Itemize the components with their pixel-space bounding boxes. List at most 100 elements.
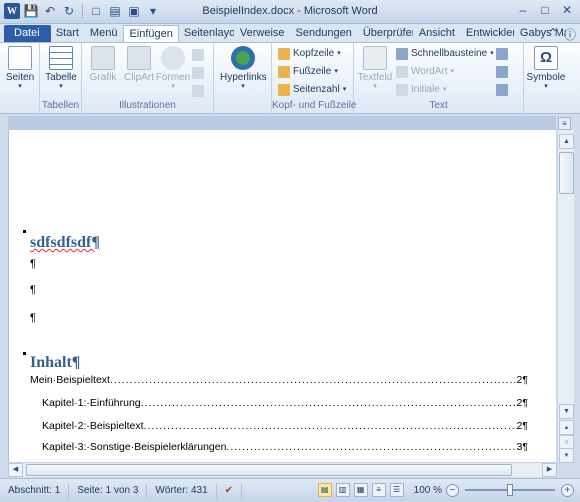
tab-verweise[interactable]: Verweise: [235, 25, 291, 43]
horizontal-scrollbar[interactable]: ◀ ▶: [8, 462, 557, 477]
chart-icon: [192, 67, 204, 79]
grafik-button[interactable]: Grafik: [84, 46, 122, 83]
tab-datei[interactable]: Datei: [4, 25, 51, 43]
diagramm-button[interactable]: [192, 65, 204, 81]
group-links: Hyperlinks ▾: [214, 43, 272, 113]
draft-view-icon[interactable]: ☰: [389, 483, 404, 497]
clipart-icon: [127, 46, 151, 70]
tab-sendungen[interactable]: Sendungen: [291, 25, 358, 43]
zoom-slider-thumb[interactable]: [507, 484, 513, 496]
empty-paragraph[interactable]: ¶: [30, 284, 36, 296]
group-illustrationen: Grafik ClipArt Formen ▾ Illustrationen: [82, 43, 214, 113]
scroll-right-icon[interactable]: ▶: [542, 463, 557, 477]
scroll-up-icon[interactable]: ▲: [559, 134, 574, 149]
schnellbausteine-button[interactable]: Schnellbausteine ▾: [396, 46, 494, 62]
zoom-level[interactable]: 100 %: [414, 485, 442, 496]
heading-inhalt[interactable]: Inhalt¶: [30, 354, 80, 372]
minimize-ribbon-icon[interactable]: ⌃: [548, 26, 558, 43]
wordart-button[interactable]: WordArt ▾: [396, 64, 454, 80]
tab-start[interactable]: Start: [51, 25, 85, 43]
help-icon[interactable]: ⓘ: [564, 26, 576, 43]
horizontal-scroll-thumb[interactable]: [26, 464, 512, 476]
picture-icon: [91, 46, 115, 70]
zoom-out-icon[interactable]: −: [446, 483, 459, 497]
tab-einfuegen[interactable]: Einfügen: [123, 25, 179, 43]
maximize-icon[interactable]: □: [536, 2, 554, 18]
textfeld-button[interactable]: Textfeld ▾: [356, 46, 394, 91]
seiten-button[interactable]: Seiten ▾: [1, 46, 39, 91]
zoom-in-icon[interactable]: +: [561, 483, 574, 497]
group-symbole: Ω Symbole ▾: [524, 43, 568, 113]
group-label-tabellen: Tabellen: [41, 100, 80, 111]
table-icon: [49, 46, 73, 70]
toc-entry[interactable]: Kapitel·3:·Sonstige·Beispielerklärungen3…: [42, 441, 528, 453]
tab-ansicht[interactable]: Ansicht: [414, 25, 461, 43]
signature-button[interactable]: [496, 46, 508, 62]
fusszeile-button[interactable]: Fußzeile ▾: [278, 64, 338, 80]
zoom-slider[interactable]: [465, 484, 555, 496]
toc-entry[interactable]: Kapitel·1:·Einführung2¶: [42, 397, 528, 409]
tab-entwicklertools[interactable]: Entwicklertools: [461, 25, 515, 43]
status-words[interactable]: Wörter: 431: [147, 483, 217, 498]
next-page-icon[interactable]: ▾: [559, 448, 574, 463]
scroll-left-icon[interactable]: ◀: [8, 463, 23, 477]
object-button[interactable]: [496, 82, 508, 98]
paragraph-bullet: [23, 352, 26, 355]
group-label-text: Text: [429, 100, 448, 111]
group-seiten: Seiten ▾: [0, 43, 40, 113]
ruler: [8, 116, 556, 130]
textbox-icon: [363, 46, 387, 70]
ribbon: Seiten ▾ Tabelle ▾ Tabellen Grafik ClipA…: [0, 42, 580, 114]
vertical-scroll-thumb[interactable]: [559, 152, 574, 194]
datetime-button[interactable]: [496, 64, 508, 80]
group-label-kopf-fusszeile: Kopf- und Fußzeile: [272, 100, 357, 111]
smartart-icon: [192, 49, 204, 61]
print-layout-icon[interactable]: ▤: [317, 483, 332, 497]
status-bar: Abschnitt: 1 Seite: 1 von 3 Wörter: 431 …: [0, 478, 580, 502]
toc-entry[interactable]: Mein·Beispieltext2¶: [30, 374, 528, 386]
status-section[interactable]: Abschnitt: 1: [0, 483, 70, 498]
toc-entry[interactable]: Kapitel·2:·Beispieltext2¶: [42, 420, 528, 432]
vertical-scrollbar[interactable]: ▲ ▼ ▴ ○ ▾: [557, 130, 574, 463]
hyperlinks-button[interactable]: Hyperlinks ▾: [220, 46, 267, 91]
heading-sdfsdfsdf[interactable]: sdfsdfsdf¶: [30, 234, 100, 252]
globe-icon: [231, 46, 255, 70]
scroll-down-icon[interactable]: ▼: [559, 404, 574, 419]
document-page[interactable]: sdfsdfsdf¶ ¶ ¶ ¶ Inhalt¶ Mein·Beispielte…: [8, 130, 556, 462]
ruler-toggle-icon[interactable]: ≡: [558, 117, 571, 130]
empty-paragraph[interactable]: ¶: [30, 258, 36, 270]
minimize-icon[interactable]: –: [514, 2, 532, 18]
quickparts-icon: [396, 48, 408, 60]
web-layout-icon[interactable]: ▦: [353, 483, 368, 497]
previous-page-icon[interactable]: ▴: [559, 420, 574, 435]
symbole-button[interactable]: Ω Symbole ▾: [526, 46, 566, 91]
tabelle-button[interactable]: Tabelle ▾: [42, 46, 80, 91]
tab-menue[interactable]: Menü: [85, 25, 124, 43]
screenshot-button[interactable]: [192, 83, 204, 99]
page-number-icon: [278, 84, 290, 96]
paragraph-bullet: [23, 230, 26, 233]
header-icon: [278, 48, 290, 60]
outline-view-icon[interactable]: ≡: [371, 483, 386, 497]
smartart-button[interactable]: [192, 47, 204, 63]
ribbon-tabs: Datei Start Menü Einfügen Seitenlayout V…: [0, 24, 580, 43]
proofing-icon[interactable]: ✔: [217, 483, 243, 498]
fullscreen-reading-icon[interactable]: ▥: [335, 483, 350, 497]
shapes-icon: [161, 46, 185, 70]
page-icon: [8, 46, 32, 70]
tab-seitenlayout[interactable]: Seitenlayout: [179, 25, 235, 43]
formen-button[interactable]: Formen ▾: [154, 46, 192, 91]
kopfzeile-button[interactable]: Kopfzeile ▾: [278, 46, 341, 62]
object-icon: [496, 84, 508, 96]
signature-icon: [496, 48, 508, 60]
tab-ueberpruefen[interactable]: Überprüfen: [358, 25, 414, 43]
group-tabellen: Tabelle ▾ Tabellen: [40, 43, 82, 113]
empty-paragraph[interactable]: ¶: [30, 312, 36, 324]
initiale-button[interactable]: Initiale ▾: [396, 82, 446, 98]
clipart-button[interactable]: ClipArt: [120, 46, 158, 83]
window-title: BeispielIndex.docx - Microsoft Word: [202, 5, 378, 17]
wordart-icon: [396, 66, 408, 78]
status-page[interactable]: Seite: 1 von 3: [69, 483, 148, 498]
close-icon[interactable]: ✕: [558, 2, 576, 18]
seitenzahl-button[interactable]: Seitenzahl ▾: [278, 82, 346, 98]
